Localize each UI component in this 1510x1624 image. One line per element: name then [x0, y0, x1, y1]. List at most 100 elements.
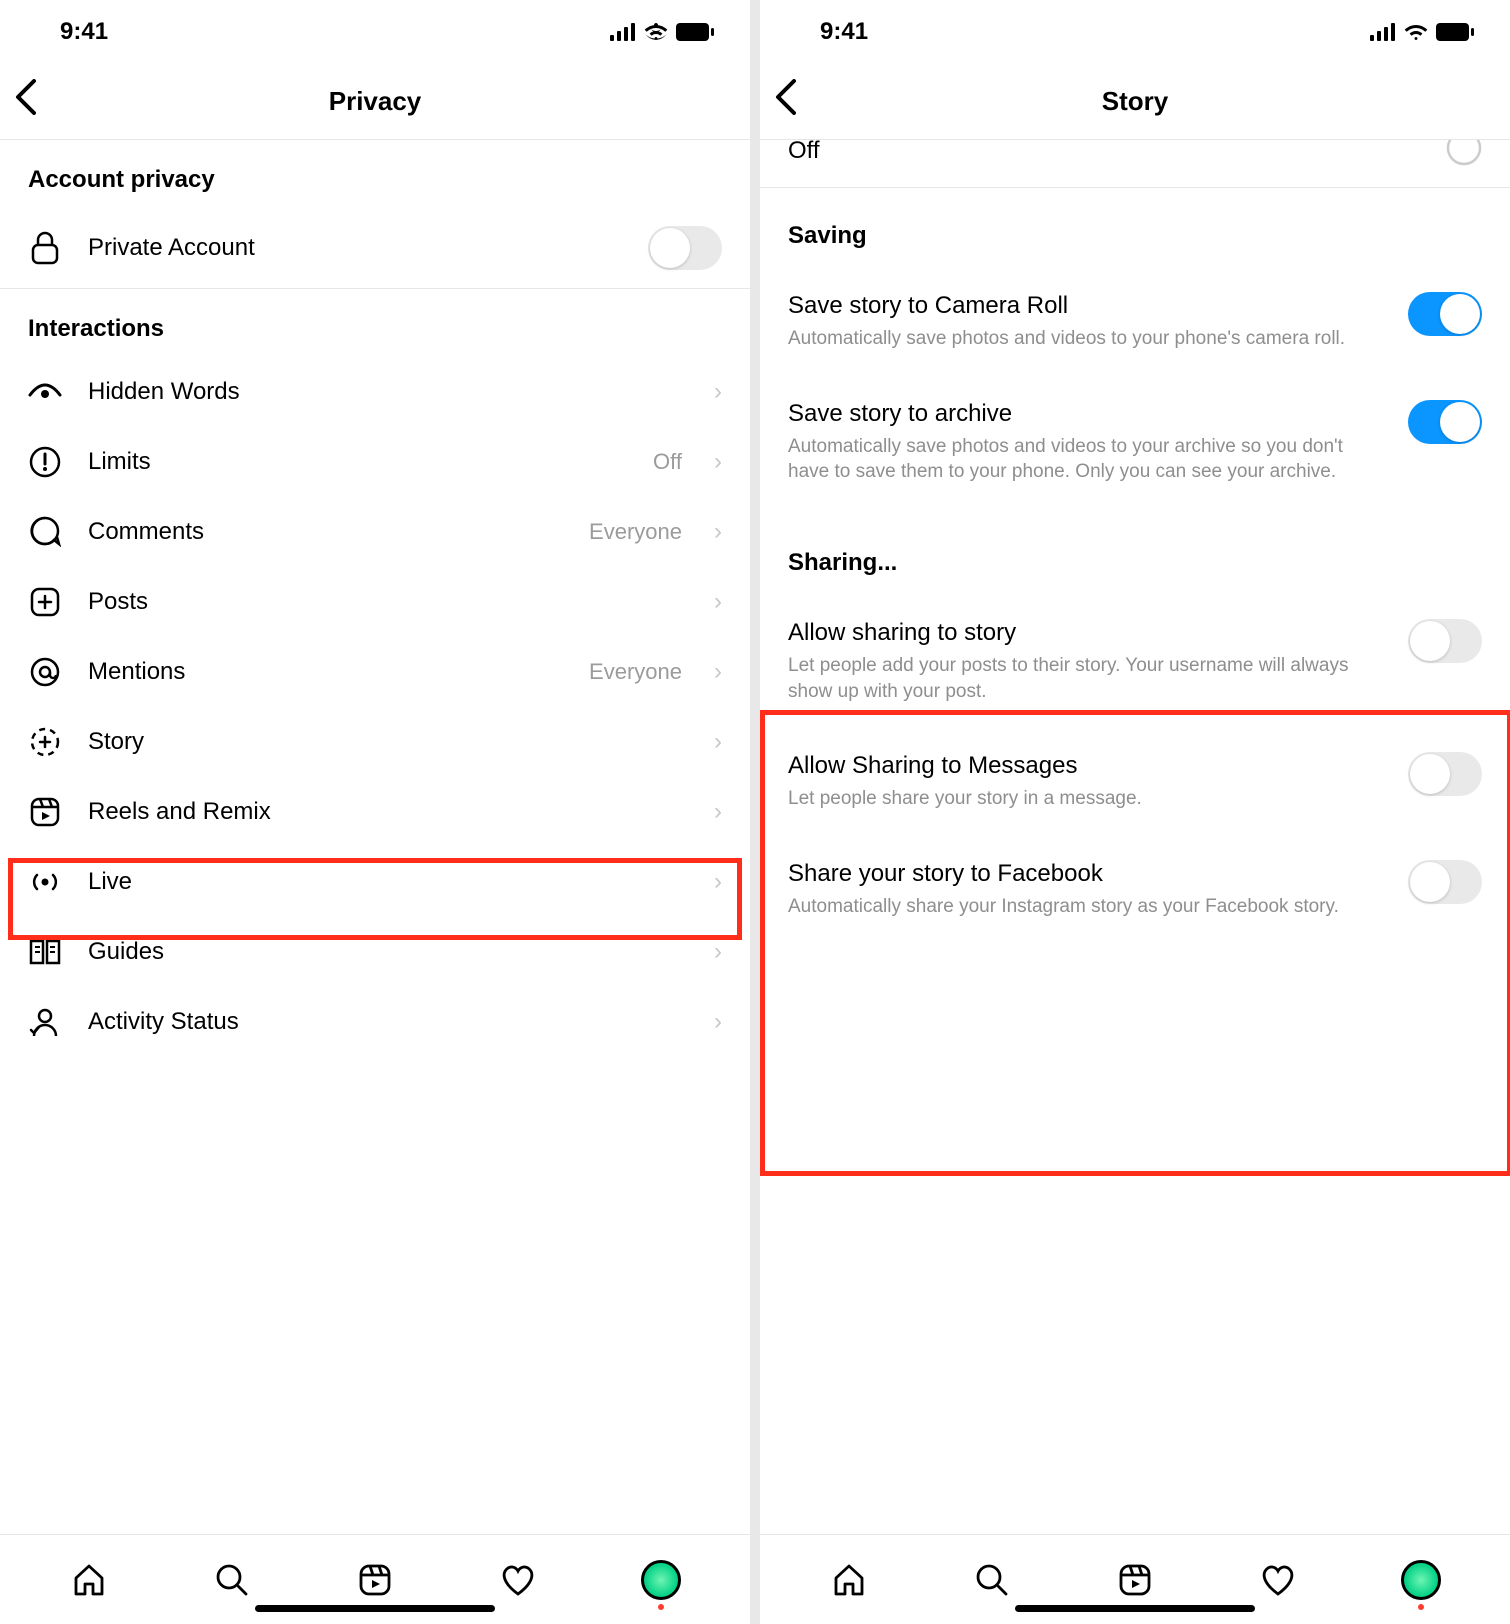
wifi-icon [1404, 23, 1428, 41]
nav-activity[interactable] [1258, 1560, 1298, 1600]
nav-home[interactable] [829, 1560, 869, 1600]
chevron-right-icon: › [714, 378, 722, 406]
row-limits[interactable]: Limits Off › [0, 427, 750, 497]
live-icon [28, 865, 62, 899]
nav-activity[interactable] [498, 1560, 538, 1600]
back-button[interactable] [14, 79, 36, 125]
chevron-right-icon: › [714, 868, 722, 896]
header: Privacy [0, 64, 750, 140]
setting-allow-sharing-messages: Allow Sharing to Messages Let people sha… [760, 712, 1510, 820]
nav-reels[interactable] [355, 1560, 395, 1600]
nav-reels[interactable] [1115, 1560, 1155, 1600]
setting-save-archive: Save story to archive Automatically save… [760, 360, 1510, 493]
home-indicator [255, 1605, 495, 1612]
home-indicator [1015, 1605, 1255, 1612]
private-account-label: Private Account [88, 234, 622, 262]
page-title: Privacy [0, 86, 750, 117]
story-screen: 9:41 Story Off Saving Save story to Came… [760, 0, 1510, 1624]
status-icons [1370, 23, 1474, 41]
row-value: Off [653, 449, 682, 475]
row-value: Everyone [589, 659, 682, 685]
setting-allow-sharing-story: Allow sharing to story Let people add yo… [760, 591, 1510, 712]
row-label: Guides [88, 938, 688, 966]
setting-desc: Let people share your story in a message… [788, 786, 1388, 812]
row-reels[interactable]: Reels and Remix › [0, 777, 750, 847]
back-button[interactable] [774, 79, 796, 125]
row-value: Everyone [589, 519, 682, 545]
row-label: Activity Status [88, 1008, 688, 1036]
nav-home[interactable] [69, 1560, 109, 1600]
at-icon [28, 655, 62, 689]
setting-desc: Automatically save photos and videos to … [788, 434, 1388, 485]
setting-share-facebook: Share your story to Facebook Automatical… [760, 820, 1510, 928]
nav-profile[interactable] [641, 1560, 681, 1600]
row-label: Live [88, 868, 688, 896]
cellular-icon [610, 23, 636, 41]
partial-row-off[interactable]: Off [760, 140, 1510, 188]
setting-label: Allow Sharing to Messages [788, 752, 1388, 780]
row-guides[interactable]: Guides › [0, 917, 750, 987]
row-posts[interactable]: Posts › [0, 567, 750, 637]
nav-profile[interactable] [1401, 1560, 1441, 1600]
toggle-allow-story[interactable] [1408, 619, 1482, 663]
wifi-icon [644, 23, 668, 41]
toggle-allow-messages[interactable] [1408, 752, 1482, 796]
chevron-right-icon: › [714, 588, 722, 616]
status-time: 9:41 [820, 18, 868, 46]
chevron-right-icon: › [714, 728, 722, 756]
setting-label: Allow sharing to story [788, 619, 1388, 647]
battery-icon [676, 23, 714, 41]
chevron-right-icon: › [714, 938, 722, 966]
posts-icon [28, 585, 62, 619]
setting-desc: Automatically save photos and videos to … [788, 326, 1388, 352]
row-hidden-words[interactable]: Hidden Words › [0, 357, 750, 427]
cellular-icon [1370, 23, 1396, 41]
section-interactions: Interactions [0, 289, 750, 357]
avatar-icon [1401, 1560, 1441, 1600]
guides-icon [28, 935, 62, 969]
row-label: Hidden Words [88, 378, 688, 406]
status-time: 9:41 [60, 18, 108, 46]
setting-desc: Automatically share your Instagram story… [788, 894, 1388, 920]
row-label: Story [88, 728, 688, 756]
setting-save-camera-roll: Save story to Camera Roll Automatically … [760, 264, 1510, 360]
lock-icon [28, 231, 62, 265]
toggle-share-fb[interactable] [1408, 860, 1482, 904]
story-icon [28, 725, 62, 759]
comment-icon [28, 515, 62, 549]
reels-icon [28, 795, 62, 829]
notification-dot [1418, 1604, 1424, 1610]
row-story[interactable]: Story › [0, 707, 750, 777]
row-live[interactable]: Live › [0, 847, 750, 917]
private-account-row[interactable]: Private Account [0, 208, 750, 288]
row-activity-status[interactable]: Activity Status › [0, 987, 750, 1057]
section-account-privacy: Account privacy [0, 140, 750, 208]
setting-label: Save story to archive [788, 400, 1388, 428]
status-bar: 9:41 [0, 0, 750, 64]
nav-search[interactable] [212, 1560, 252, 1600]
toggle-save-camera[interactable] [1408, 292, 1482, 336]
row-label: Mentions [88, 658, 563, 686]
chevron-right-icon: › [714, 518, 722, 546]
row-label: Reels and Remix [88, 798, 688, 826]
private-account-toggle[interactable] [648, 226, 722, 270]
privacy-screen: 9:41 Privacy Account privacy Private Acc… [0, 0, 750, 1624]
chevron-right-icon: › [714, 1008, 722, 1036]
section-saving: Saving [760, 188, 1510, 264]
radio-off[interactable] [1446, 140, 1482, 171]
toggle-save-archive[interactable] [1408, 400, 1482, 444]
chevron-right-icon: › [714, 798, 722, 826]
row-comments[interactable]: Comments Everyone › [0, 497, 750, 567]
chevron-right-icon: › [714, 448, 722, 476]
row-label: Limits [88, 448, 627, 476]
section-sharing: Sharing... [760, 493, 1510, 591]
row-mentions[interactable]: Mentions Everyone › [0, 637, 750, 707]
eye-icon [28, 375, 62, 409]
battery-icon [1436, 23, 1474, 41]
page-title: Story [760, 86, 1510, 117]
nav-search[interactable] [972, 1560, 1012, 1600]
off-label: Off [788, 140, 820, 165]
header: Story [760, 64, 1510, 140]
row-label: Posts [88, 588, 688, 616]
warning-icon [28, 445, 62, 479]
